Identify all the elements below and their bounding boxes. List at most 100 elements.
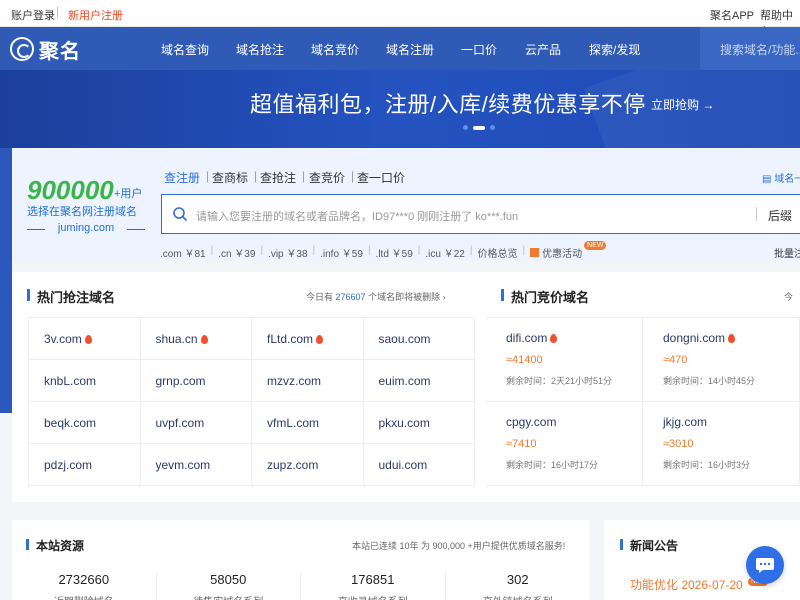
tab-separator: | (302, 169, 306, 183)
fire-icon (550, 334, 558, 343)
resource-stat-value: 58050 (210, 572, 247, 587)
bid-domain-name: difi.com (506, 331, 548, 345)
bid-domain-card[interactable]: jkjg.com ≈3010 剩余时间：16小时3分 (643, 402, 800, 486)
tab-separator: | (254, 169, 258, 183)
grab-domain-name: vfmL.com (267, 416, 320, 430)
grab-domain-cell[interactable]: pkxu.com (363, 402, 475, 444)
carousel-dot[interactable] (490, 125, 495, 130)
fire-icon (200, 335, 208, 344)
bid-domain-card[interactable]: dongni.com ≈470 剩余时间：14小时45分 (643, 318, 800, 402)
carousel-dots (463, 125, 495, 130)
bid-time-left: 剩余时间：16小时17分 (506, 460, 599, 470)
resource-stat-label: 近期删除域名 (12, 593, 156, 600)
user-count-desc: 选择在聚名网注册域名 (27, 206, 137, 218)
nav-item-explore[interactable]: 探索/发现 (589, 41, 640, 58)
grab-domain-cell[interactable]: pdzj.com (29, 444, 141, 486)
promo-banner[interactable]: 超值福利包，注册/入库/续费优惠享不停 立即抢购 → (0, 70, 800, 148)
resources-title: 本站资源 (26, 537, 84, 554)
grab-domain-name: beqk.com (44, 416, 97, 430)
grab-domain-cell[interactable]: zupz.com (252, 444, 364, 486)
grab-domain-cell[interactable]: euim.com (363, 360, 475, 402)
price-icu[interactable]: .icu ￥22 (425, 245, 464, 260)
user-count-unit: +用户 (114, 188, 143, 200)
price-cn[interactable]: .cn ￥39 (218, 245, 255, 260)
hot-grab-grid: 3v.com shua.cn fLtd.com saou.com knbL.com grn… (28, 317, 475, 486)
login-link[interactable]: 账户登录 (11, 7, 55, 23)
hot-bid-title: 热门竞价域名 (501, 287, 589, 306)
gift-icon (530, 248, 540, 257)
nav-item-fixed-price[interactable]: 一口价 (461, 41, 497, 58)
price-overview-link[interactable]: 价格总览 (477, 245, 517, 260)
grab-domain-cell[interactable]: knbL.com (29, 360, 141, 402)
promo-link[interactable]: 优惠活动 NEW (530, 241, 607, 260)
site-domain: juming.com (27, 222, 145, 234)
chat-button[interactable] (746, 546, 784, 584)
resource-stat[interactable]: 2732660 近期删除域名 (12, 572, 157, 600)
hot-grab-title: 热门抢注域名 (27, 287, 115, 306)
grab-domain-cell[interactable]: shua.cn (140, 318, 252, 360)
search-panel: 900000 +用户 选择在聚名网注册域名 juming.com 查注册 | 查… (12, 148, 800, 261)
suffix-select[interactable]: 后缀 (768, 207, 792, 224)
resource-stat[interactable]: 58050 待售实域名系列 (157, 572, 301, 600)
fire-icon (728, 334, 736, 343)
news-item[interactable]: 功能优化 2026-07-20 NEW (630, 576, 769, 593)
tab-check-register[interactable]: 查注册 (164, 169, 200, 186)
logo-icon (10, 37, 34, 61)
batch-domain-link[interactable]: ▤ 域名一 (762, 170, 800, 185)
search-icon[interactable] (172, 206, 188, 222)
price-ltd[interactable]: .ltd ￥59 (376, 245, 413, 260)
deleting-count: 276607 (335, 292, 366, 302)
resource-stat-label: 高外链域名系列 (446, 593, 591, 600)
grab-domain-name: shua.cn (155, 332, 198, 346)
nav-search-placeholder: 搜索域名/功能... (720, 43, 800, 57)
nav-item-domain-grab[interactable]: 域名抢注 (236, 41, 284, 58)
nav-item-domain-search[interactable]: 域名查询 (161, 41, 209, 58)
bid-time-left: 剩余时间：16小时3分 (663, 460, 751, 470)
news-title: 新闻公告 (620, 537, 678, 554)
nav-item-domain-bid[interactable]: 域名竞价 (311, 41, 359, 58)
grab-domain-cell[interactable]: 3v.com (29, 318, 141, 360)
tab-check-bid[interactable]: 查竞价 (309, 169, 345, 186)
hot-grab-meta[interactable]: 今日有 276607 个域名即将被删除 › (306, 290, 446, 303)
resource-stat[interactable]: 176851 高收录域名系列 (301, 572, 446, 600)
grab-domain-cell[interactable]: beqk.com (29, 402, 141, 444)
resource-stat[interactable]: 302 高外链域名系列 (446, 572, 591, 600)
grab-domain-name: pdzj.com (44, 458, 93, 472)
grab-domain-cell[interactable]: uvpf.com (140, 402, 252, 444)
grab-domain-cell[interactable]: vfmL.com (252, 402, 364, 444)
nav-search-input[interactable]: 搜索域名/功能... (700, 27, 800, 70)
grab-domain-cell[interactable]: saou.com (363, 318, 475, 360)
fire-icon (316, 335, 324, 344)
bid-domain-card[interactable]: difi.com ≈41400 剩余时间：2天21小时51分 (486, 318, 643, 402)
hot-bid-meta[interactable]: 今 (784, 290, 793, 303)
meta-prefix: 今日有 (306, 292, 334, 302)
carousel-dot[interactable] (463, 125, 468, 130)
tab-check-grab[interactable]: 查抢注 (260, 169, 296, 186)
grab-domain-name: mzvz.com (267, 374, 321, 388)
price-info[interactable]: .info ￥59 (320, 245, 363, 260)
app-link[interactable]: 聚名APP (710, 7, 754, 23)
banner-cta-link[interactable]: 立即抢购 → (651, 96, 714, 113)
nav-item-domain-register[interactable]: 域名注册 (386, 41, 434, 58)
grab-domain-cell[interactable]: fLtd.com (252, 318, 364, 360)
bulk-register-link[interactable]: 批量注 (774, 245, 800, 260)
hot-bid-grid: difi.com ≈41400 剩余时间：2天21小时51分 dongni.com ≈4… (486, 317, 800, 486)
nav-item-cloud[interactable]: 云产品 (525, 41, 561, 58)
domain-search-box[interactable]: 请输入您要注册的域名或者品牌名，ID97***0 刚刚注册了 ko***.fun… (161, 194, 800, 234)
grab-domain-cell[interactable]: udui.com (363, 444, 475, 486)
tab-check-trademark[interactable]: 查商标 (212, 169, 248, 186)
price-vip[interactable]: .vip ￥38 (268, 245, 307, 260)
site-logo[interactable]: 聚名 (10, 36, 81, 63)
meta-suffix: 个域名即将被删除 (368, 292, 441, 302)
register-link[interactable]: 新用户注册 (68, 7, 123, 23)
tab-check-fixed-price[interactable]: 查一口价 (357, 169, 405, 186)
grab-domain-cell[interactable]: grnp.com (140, 360, 252, 402)
fire-icon (84, 335, 92, 344)
bid-domain-card[interactable]: cpgy.com ≈7410 剩余时间：16小时17分 (486, 402, 643, 486)
grab-domain-cell[interactable]: yevm.com (140, 444, 252, 486)
grab-domain-cell[interactable]: mzvz.com (252, 360, 364, 402)
carousel-dot-active[interactable] (473, 125, 485, 130)
chevron-right-icon: › (442, 292, 446, 302)
topbar-separator: | (56, 6, 59, 18)
price-com[interactable]: .com ￥81 (160, 245, 206, 260)
